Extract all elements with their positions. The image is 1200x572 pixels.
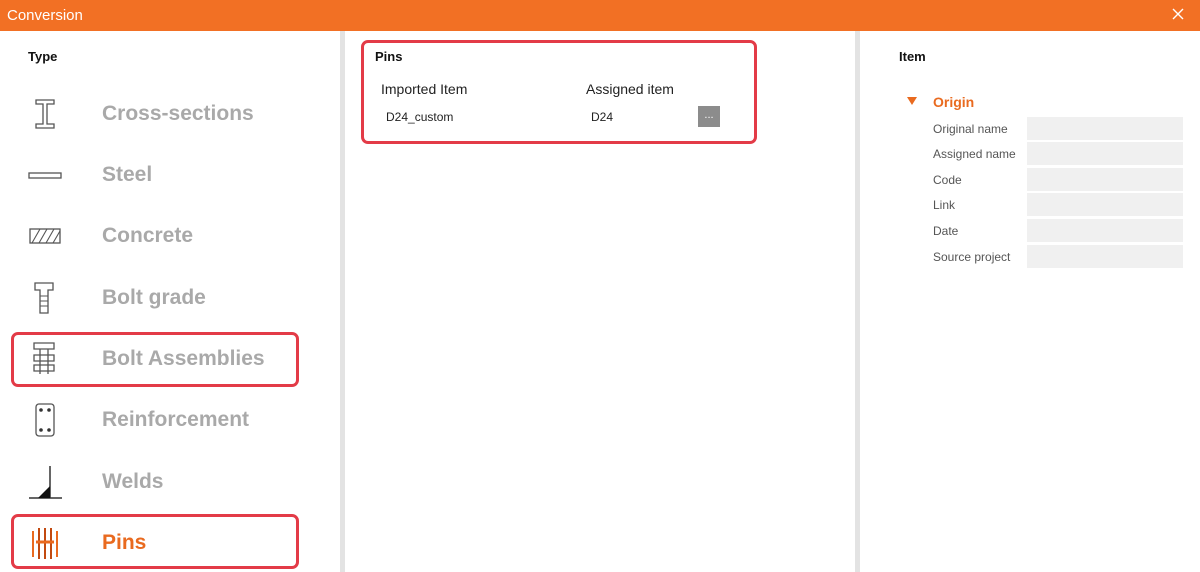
type-item-bolt-grade[interactable]: Bolt grade [14, 272, 296, 324]
browse-button[interactable]: ... [698, 106, 720, 127]
original-name-field[interactable] [1027, 117, 1183, 140]
code-field[interactable] [1027, 168, 1183, 191]
property-label-date: Date [933, 224, 959, 238]
column-header-imported[interactable]: Imported Item [381, 81, 467, 97]
type-item-bolt-assemblies[interactable]: Bolt Assemblies [14, 333, 296, 385]
type-item-label: Pins [102, 531, 147, 554]
hatched-section-icon [29, 228, 61, 244]
type-item-steel[interactable]: Steel [14, 149, 296, 201]
type-item-label: Reinforcement [102, 408, 250, 431]
type-item-concrete[interactable]: Concrete [14, 210, 296, 262]
type-item-reinforcement[interactable]: Reinforcement [14, 394, 296, 446]
expand-triangle-icon[interactable] [906, 96, 918, 106]
type-item-label: Welds [102, 470, 164, 493]
property-label-source-project: Source project [933, 250, 1011, 264]
type-item-label: Cross-sections [102, 102, 254, 125]
column-header-assigned[interactable]: Assigned item [586, 81, 674, 97]
title-bar: Conversion [0, 0, 1200, 31]
bolt-assembly-icon [33, 342, 55, 374]
weld-icon [29, 466, 62, 499]
cell-imported-item[interactable]: D24_custom [386, 110, 453, 124]
type-item-pins[interactable]: Pins [14, 517, 296, 569]
reinforced-section-icon [35, 403, 55, 437]
property-label-link: Link [933, 198, 956, 212]
i-beam-icon [35, 99, 55, 129]
bolt-icon [34, 282, 54, 314]
pin-icon [32, 528, 58, 559]
assigned-name-field[interactable] [1027, 142, 1183, 165]
type-heading: Type [28, 49, 58, 64]
window-title: Conversion [7, 7, 83, 24]
origin-group-label[interactable]: Origin [933, 94, 974, 110]
property-label-assigned-name: Assigned name [933, 147, 1016, 161]
link-field[interactable] [1027, 193, 1183, 216]
type-item-cross-sections[interactable]: Cross-sections [14, 88, 296, 140]
type-item-label: Concrete [102, 224, 194, 247]
property-label-original-name: Original name [933, 122, 1008, 136]
pins-heading: Pins [375, 49, 403, 64]
type-item-label: Bolt Assemblies [102, 347, 265, 370]
date-field[interactable] [1027, 219, 1183, 242]
item-panel [860, 31, 1200, 572]
property-label-code: Code [933, 173, 962, 187]
item-heading: Item [899, 49, 926, 64]
type-item-welds[interactable]: Welds [14, 456, 296, 508]
cell-assigned-item[interactable]: D24 [591, 110, 613, 124]
plate-icon [28, 172, 62, 179]
close-icon[interactable] [1170, 6, 1186, 22]
type-item-label: Steel [102, 163, 153, 186]
type-item-label: Bolt grade [102, 286, 206, 309]
source-project-field[interactable] [1027, 245, 1183, 268]
